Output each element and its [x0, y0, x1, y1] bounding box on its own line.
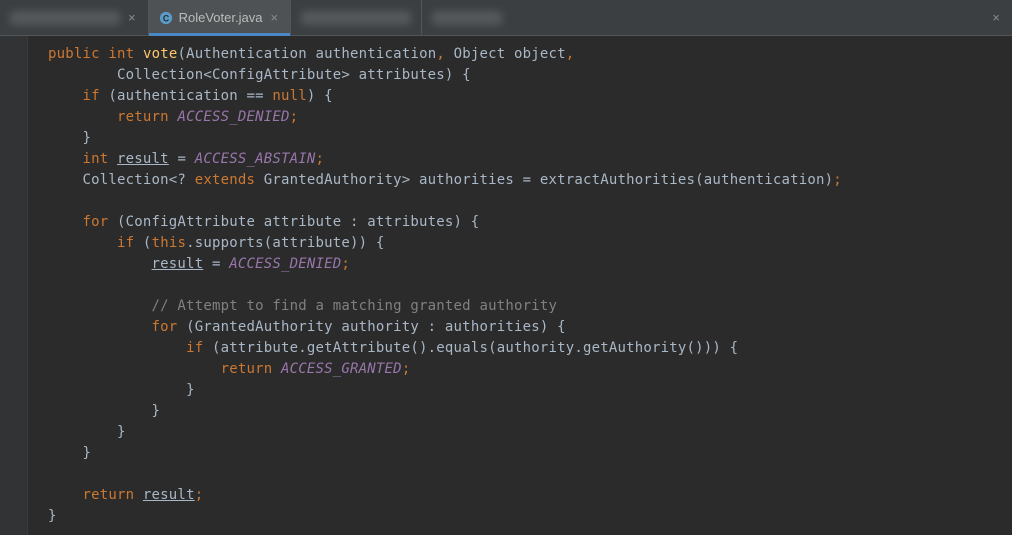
- code-line: return result;: [48, 487, 203, 503]
- tab-label: RoleVoter.java: [179, 10, 263, 25]
- code-line: }: [48, 424, 126, 440]
- code-line: if (authentication == null) {: [48, 88, 333, 104]
- code-editor[interactable]: public int vote(Authentication authentic…: [0, 36, 1012, 535]
- code-line: }: [48, 403, 160, 419]
- code-line: }: [48, 508, 57, 524]
- code-line: }: [48, 130, 91, 146]
- tab-label-blurred: [432, 11, 502, 25]
- code-line: return ACCESS_GRANTED;: [48, 361, 410, 377]
- close-icon[interactable]: ×: [126, 10, 138, 25]
- tab-inactive-2[interactable]: [291, 0, 422, 35]
- gutter: [0, 36, 28, 535]
- code-line: // Attempt to find a matching granted au…: [48, 298, 557, 314]
- code-line: [48, 193, 57, 209]
- code-line: [48, 277, 57, 293]
- code-line: Collection<ConfigAttribute> attributes) …: [48, 67, 471, 83]
- svg-text:C: C: [162, 13, 169, 23]
- code-line: for (GrantedAuthority authority : author…: [48, 319, 566, 335]
- tab-inactive-1[interactable]: ×: [0, 0, 149, 35]
- tab-bar: × C RoleVoter.java × ×: [0, 0, 1012, 36]
- code-line: public int vote(Authentication authentic…: [48, 46, 574, 62]
- close-icon[interactable]: ×: [268, 10, 280, 25]
- tab-active[interactable]: C RoleVoter.java ×: [149, 0, 291, 35]
- code-area[interactable]: public int vote(Authentication authentic…: [28, 36, 1012, 535]
- code-line: for (ConfigAttribute attribute : attribu…: [48, 214, 479, 230]
- code-line: }: [48, 382, 195, 398]
- tab-inactive-3[interactable]: ×: [422, 0, 1012, 35]
- code-line: int result = ACCESS_ABSTAIN;: [48, 151, 324, 167]
- code-line: }: [48, 445, 91, 461]
- java-class-icon: C: [159, 11, 173, 25]
- tab-label-blurred: [301, 11, 411, 25]
- code-line: result = ACCESS_DENIED;: [48, 256, 350, 272]
- code-line: [48, 466, 57, 482]
- code-line: return ACCESS_DENIED;: [48, 109, 298, 125]
- code-line: if (this.supports(attribute)) {: [48, 235, 385, 251]
- tab-label-blurred: [10, 11, 120, 25]
- code-line: if (attribute.getAttribute().equals(auth…: [48, 340, 738, 356]
- code-line: Collection<? extends GrantedAuthority> a…: [48, 172, 842, 188]
- close-icon[interactable]: ×: [990, 10, 1002, 25]
